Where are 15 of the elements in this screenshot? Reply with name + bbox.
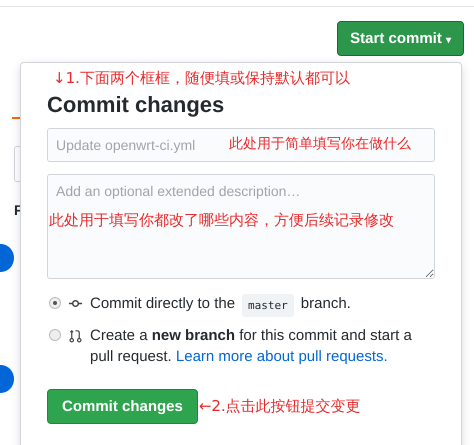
option-text: Create a new branch for this commit and start a pull request. Learn more about pull requests. — [90, 326, 413, 367]
radio-button[interactable] — [49, 329, 61, 341]
popover-title: Commit changes — [47, 92, 226, 118]
annotation-text: ←2.点击此按钮提交变更 — [198, 397, 361, 416]
annotation-text: 此处用于填写你都改了哪些内容，方便后续记录修改 — [49, 211, 394, 230]
commit-changes-button[interactable]: Commit changes — [47, 389, 198, 424]
option-text: Commit directly to the — [90, 294, 236, 314]
start-commit-button[interactable]: Start commit ▾ — [337, 21, 464, 56]
radio-button[interactable] — [49, 297, 61, 309]
pull-request-icon — [68, 328, 83, 343]
option-text: branch. — [300, 294, 351, 314]
annotation-text: ↓1.下面两个框框，随便填或保持默认都可以 — [52, 69, 351, 88]
branch-name: master — [242, 294, 294, 317]
annotation-text: 此处用于简单填写你在做什么 — [229, 135, 411, 153]
learn-more-link[interactable]: Learn more about pull requests. — [176, 348, 388, 365]
